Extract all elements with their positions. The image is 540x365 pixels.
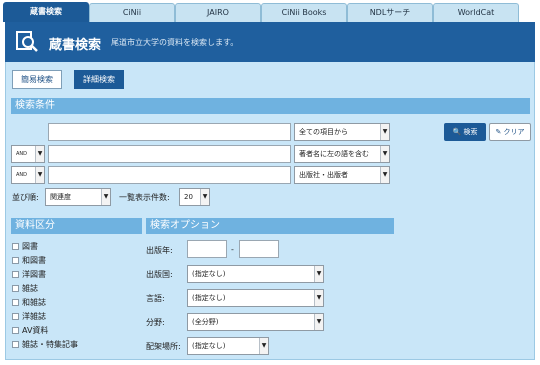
search-panel: 簡易検索 詳細検索 検索条件 全ての項目から ▼ 🔍 検索 ✎ クリア AND … <box>5 62 535 360</box>
material-item-foreign-books[interactable]: 洋図書 <box>12 269 46 281</box>
per-page-select[interactable]: 20 ▼ <box>179 188 210 206</box>
operator-select-2[interactable]: AND ▼ <box>11 145 45 163</box>
material-item-japanese-books[interactable]: 和図書 <box>12 255 46 267</box>
chevron-down-icon: ▼ <box>35 167 44 183</box>
tab-collection-search[interactable]: 蔵書検索 <box>3 2 89 22</box>
tab-cinii[interactable]: CiNii <box>89 3 175 22</box>
year-label: 出版年: <box>146 246 173 255</box>
checkbox[interactable] <box>12 313 19 320</box>
tab-jairo[interactable]: JAIRO <box>175 3 261 22</box>
conditions-title: 検索条件 <box>11 98 530 114</box>
location-select[interactable]: (指定なし) ▼ <box>187 337 269 355</box>
checkbox[interactable] <box>12 299 19 306</box>
tab-worldcat[interactable]: WorldCat <box>433 3 519 22</box>
simple-search-button[interactable]: 簡易検索 <box>12 70 62 89</box>
clear-button[interactable]: ✎ クリア <box>489 123 531 141</box>
subject-field-label: 分野: <box>146 318 165 327</box>
chevron-down-icon: ▼ <box>314 314 323 330</box>
material-item-magazines[interactable]: 雑誌 <box>12 283 38 295</box>
material-item-japanese-magazines[interactable]: 和雑誌 <box>12 297 46 309</box>
sort-label: 並び順: <box>12 193 39 202</box>
tab-ndl-search[interactable]: NDLサーチ <box>347 3 433 22</box>
country-select[interactable]: (指定なし) ▼ <box>187 265 324 283</box>
year-to-input[interactable] <box>239 240 279 258</box>
field-select-3[interactable]: 出版社・出版者 ▼ <box>294 166 390 184</box>
operator-select-3[interactable]: AND ▼ <box>11 166 45 184</box>
chevron-down-icon: ▼ <box>35 146 44 162</box>
year-from-input[interactable] <box>187 240 227 258</box>
material-item-books[interactable]: 図書 <box>12 241 38 253</box>
keyword-input-3[interactable] <box>48 166 291 184</box>
chevron-down-icon: ▼ <box>314 266 323 282</box>
checkbox[interactable] <box>12 341 19 348</box>
subject-field-select[interactable]: (全分野) ▼ <box>187 313 324 331</box>
per-page-label: 一覧表示件数: <box>119 193 170 202</box>
keyword-input-2[interactable] <box>48 145 291 163</box>
checkbox[interactable] <box>12 257 19 264</box>
eraser-icon: ✎ <box>495 128 502 136</box>
material-item-articles[interactable]: 雑誌・特集記事 <box>12 339 78 351</box>
language-label: 言語: <box>146 294 165 303</box>
material-item-foreign-magazines[interactable]: 洋雑誌 <box>12 311 46 323</box>
chevron-down-icon: ▼ <box>380 167 389 183</box>
page-subtitle: 尾道市立大学の資料を検索します。 <box>111 38 239 47</box>
language-select[interactable]: (指定なし) ▼ <box>187 289 324 307</box>
chevron-down-icon: ▼ <box>101 189 110 205</box>
search-icon: 🔍 <box>452 128 462 136</box>
material-item-av[interactable]: AV資料 <box>12 325 48 337</box>
header-banner: 蔵書検索 尾道市立大学の資料を検索します。 <box>5 22 535 62</box>
detail-search-button[interactable]: 詳細検索 <box>74 70 124 89</box>
chevron-down-icon: ▼ <box>259 338 268 354</box>
field-select-2[interactable]: 著者名に左の語を含む ▼ <box>294 145 390 163</box>
chevron-down-icon: ▼ <box>380 124 389 140</box>
search-button[interactable]: 🔍 検索 <box>444 123 486 141</box>
material-title: 資料区分 <box>11 218 142 234</box>
checkbox[interactable] <box>12 327 19 334</box>
year-separator: - <box>231 245 234 254</box>
top-tabs: 蔵書検索 CiNii JAIRO CiNii Books NDLサーチ Worl… <box>0 0 540 22</box>
options-title: 検索オプション <box>146 218 394 234</box>
chevron-down-icon: ▼ <box>200 189 209 205</box>
tab-cinii-books[interactable]: CiNii Books <box>261 3 347 22</box>
country-label: 出版国: <box>146 270 173 279</box>
field-select-1[interactable]: 全ての項目から ▼ <box>294 123 390 141</box>
chevron-down-icon: ▼ <box>380 146 389 162</box>
location-label: 配架場所: <box>146 342 181 351</box>
page-title: 蔵書検索 <box>49 38 102 53</box>
checkbox[interactable] <box>12 285 19 292</box>
search-book-icon <box>15 29 39 53</box>
checkbox[interactable] <box>12 271 19 278</box>
sort-select[interactable]: 関連度 ▼ <box>45 188 111 206</box>
checkbox[interactable] <box>12 243 19 250</box>
chevron-down-icon: ▼ <box>314 290 323 306</box>
keyword-input-1[interactable] <box>48 123 291 141</box>
